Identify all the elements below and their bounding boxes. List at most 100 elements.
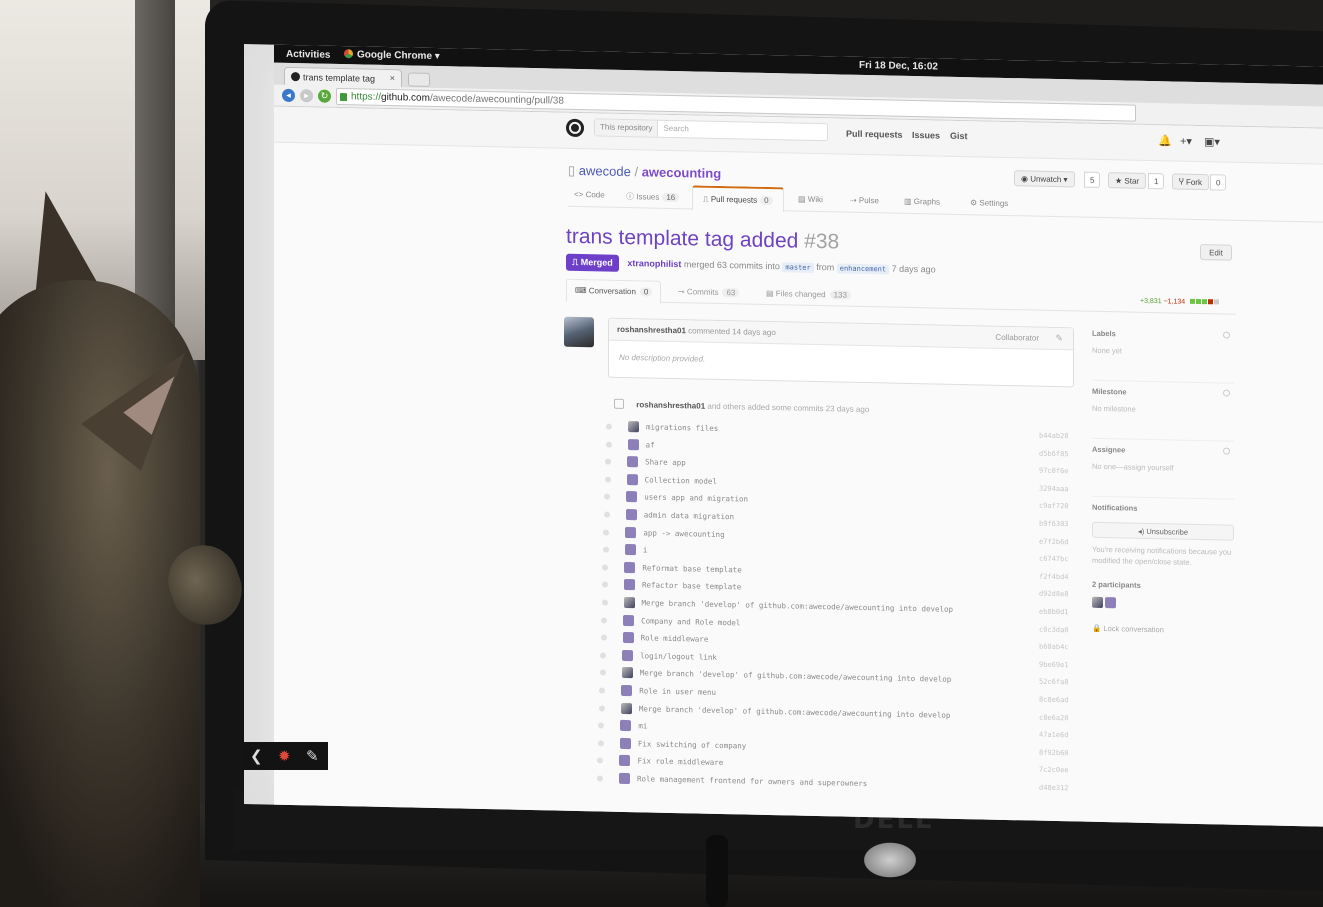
unsubscribe-button[interactable]: ◂) Unsubscribe <box>1092 521 1234 541</box>
tab-conversation[interactable]: ⌨ Conversation 0 <box>566 278 662 304</box>
repo-owner-link[interactable]: awecode <box>579 163 631 179</box>
nav-pull-requests[interactable]: Pull requests <box>846 129 903 140</box>
github-logo-icon[interactable] <box>566 118 584 138</box>
commit-sha-link[interactable]: 97c0f6e <box>1039 467 1089 486</box>
avatar[interactable] <box>625 508 637 521</box>
commit-message-link[interactable]: Fix role middleware <box>637 757 723 768</box>
commit-sha-link[interactable]: 3294aaa <box>1039 484 1089 503</box>
avatar[interactable] <box>628 421 639 433</box>
commit-sha-link[interactable]: c9af720 <box>1039 502 1089 521</box>
tab-wiki[interactable]: ▤ Wiki <box>798 195 823 205</box>
fork-count[interactable]: 0 <box>1210 174 1227 191</box>
commit-message-link[interactable]: Role in user menu <box>639 686 716 697</box>
avatar[interactable] <box>621 667 633 679</box>
commit-message-link[interactable]: migrations files <box>646 422 718 433</box>
commit-sha-link[interactable]: eb8b0d1 <box>1039 608 1089 627</box>
tab-settings[interactable]: ⚙ Settings <box>970 198 1008 208</box>
edit-pencil-icon[interactable]: ✎ <box>1055 333 1063 344</box>
commit-sha-link[interactable]: f2f4bd4 <box>1039 572 1089 591</box>
pr-author-link[interactable]: xtranophilist <box>627 258 681 269</box>
commit-message-link[interactable]: Reformat base template <box>642 563 741 574</box>
commit-sha-link[interactable]: e7f2b6d <box>1039 537 1089 556</box>
bug-app-icon[interactable]: ✹ <box>278 747 291 765</box>
commit-sha-link[interactable]: d92d8e8 <box>1039 590 1089 609</box>
edit-title-button[interactable]: Edit <box>1200 244 1232 261</box>
avatar[interactable] <box>620 702 632 714</box>
avatar[interactable] <box>627 438 639 450</box>
avatar[interactable] <box>621 684 633 697</box>
avatar[interactable] <box>564 316 594 348</box>
avatar[interactable] <box>623 596 635 609</box>
tab-issues[interactable]: ⓘ Issues 16 <box>626 191 680 203</box>
avatar[interactable] <box>623 579 635 591</box>
search-input[interactable]: This repository Search <box>594 118 828 142</box>
commit-sha-link[interactable]: d48e312 <box>1039 784 1089 803</box>
tab-code[interactable]: <> Code <box>574 190 605 200</box>
tab-pull-requests[interactable]: ⎍ Pull requests 0 <box>692 185 784 213</box>
avatar[interactable] <box>619 755 631 767</box>
commit-sha-link[interactable]: 8f92b60 <box>1039 748 1089 767</box>
avatar[interactable] <box>1092 596 1103 608</box>
commit-sha-link[interactable]: b44ab28 <box>1039 432 1089 451</box>
reload-icon[interactable]: ↻ <box>318 89 331 103</box>
commit-message-link[interactable]: users app and migration <box>644 493 748 504</box>
repo-name-link[interactable]: awecounting <box>642 164 721 181</box>
commit-sha-link[interactable]: 8c8e6ad <box>1039 696 1089 715</box>
commit-sha-link[interactable]: b9f6303 <box>1039 520 1089 539</box>
commit-message-link[interactable]: af <box>646 440 655 449</box>
user-avatar-menu-icon[interactable]: ▣▾ <box>1204 135 1220 148</box>
commit-sha-link[interactable]: d5b6f85 <box>1039 449 1089 468</box>
commit-sha-link[interactable]: 47a1e6d <box>1039 731 1089 750</box>
unwatch-button[interactable]: ◉ Unwatch ▾ <box>1014 170 1075 188</box>
commit-message-link[interactable]: Role management frontend for owners and … <box>637 774 867 788</box>
comment-author-link[interactable]: roshanshrestha01 <box>617 325 686 335</box>
commit-sha-link[interactable]: c6747bc <box>1039 555 1089 574</box>
feather-app-icon[interactable]: ✎ <box>306 747 319 765</box>
commit-message-link[interactable]: mi <box>638 721 647 730</box>
avatar[interactable] <box>626 473 638 486</box>
tab-files-changed[interactable]: ▤ Files changed 133 <box>766 289 851 300</box>
commit-message-link[interactable]: Share app <box>645 458 686 468</box>
assignee-value[interactable]: No one—assign yourself <box>1092 462 1234 474</box>
back-icon[interactable]: ◂ <box>282 88 295 103</box>
comment-time[interactable]: commented 14 days ago <box>688 326 776 337</box>
fork-button[interactable]: Ⴤ Fork <box>1172 173 1209 191</box>
commit-message-link[interactable]: login/logout link <box>640 651 717 662</box>
close-tab-icon[interactable]: × <box>390 73 395 83</box>
commit-sha-link[interactable]: c8e6a20 <box>1039 713 1089 732</box>
avatar[interactable] <box>625 526 637 538</box>
create-new-icon[interactable]: +▾ <box>1180 135 1192 148</box>
forward-icon[interactable]: ▸ <box>300 89 313 103</box>
clock[interactable]: Fri 18 Dec, 16:02 <box>859 60 938 73</box>
star-count[interactable]: 1 <box>1148 172 1165 190</box>
milestone-gear-icon[interactable] <box>1223 389 1230 397</box>
labels-gear-icon[interactable] <box>1223 331 1230 339</box>
commit-message-link[interactable]: Collection model <box>645 475 717 486</box>
chevron-left-icon[interactable]: ❮ <box>250 747 263 765</box>
commit-message-link[interactable]: Refactor base template <box>642 581 741 592</box>
avatar[interactable] <box>627 456 639 468</box>
commit-message-link[interactable]: admin data migration <box>644 510 734 521</box>
avatar[interactable] <box>624 561 636 573</box>
avatar[interactable] <box>619 772 630 784</box>
commit-sha-link[interactable]: b60ab4c <box>1039 643 1089 662</box>
commit-message-link[interactable]: Role middleware <box>641 633 709 643</box>
avatar[interactable] <box>624 544 636 556</box>
commit-message-link[interactable]: Fix switching of company <box>638 739 746 750</box>
app-menu[interactable]: Google Chrome ▾ <box>344 49 440 62</box>
avatar[interactable] <box>622 649 634 661</box>
avatar[interactable] <box>622 632 634 644</box>
star-button[interactable]: ★ Star <box>1108 172 1147 189</box>
tab-commits[interactable]: ⊸ Commits 63 <box>678 287 740 298</box>
lock-conversation-link[interactable]: 🔒 Lock conversation <box>1092 624 1234 636</box>
avatar[interactable] <box>626 491 638 503</box>
commit-sha-link[interactable]: 9be69e1 <box>1039 660 1089 679</box>
commit-message-link[interactable]: app -> awecounting <box>643 528 724 539</box>
commit-message-link[interactable]: i <box>643 546 648 555</box>
commit-sha-link[interactable]: 52c6fa8 <box>1039 678 1089 697</box>
assignee-gear-icon[interactable] <box>1223 447 1230 455</box>
tab-graphs[interactable]: ▥ Graphs <box>904 197 940 207</box>
nav-gist[interactable]: Gist <box>950 131 968 141</box>
avatar[interactable] <box>619 737 631 749</box>
nav-issues[interactable]: Issues <box>912 130 940 141</box>
